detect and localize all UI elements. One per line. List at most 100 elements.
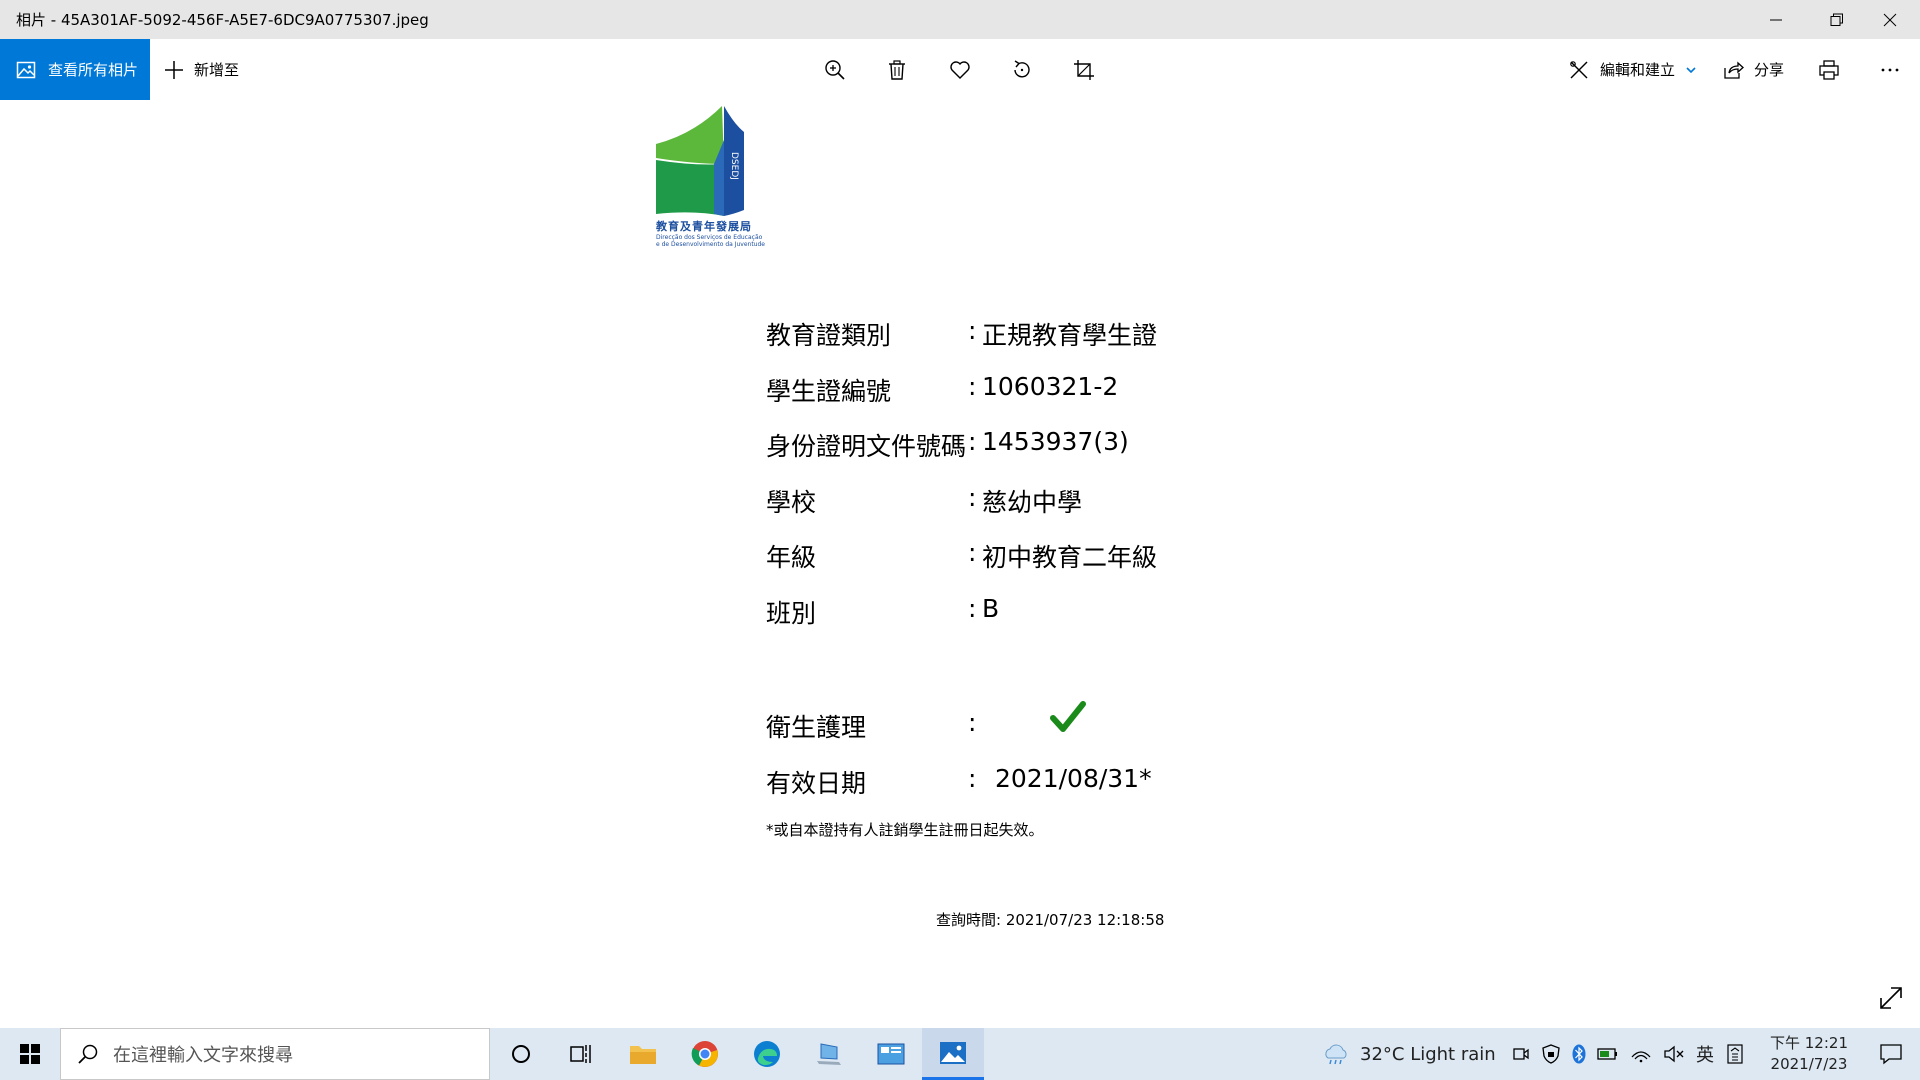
minimize-button[interactable]: [1745, 0, 1806, 39]
delete-button[interactable]: [882, 55, 912, 85]
folder-icon: [630, 1046, 656, 1064]
zoom-button[interactable]: [820, 55, 850, 85]
clock-date: 2021/7/23: [1770, 1055, 1848, 1073]
view-all-photos-label: 查看所有相片: [48, 61, 139, 79]
checkmark-icon: [1050, 701, 1086, 732]
system-tray: 英: [1512, 1028, 1745, 1080]
field-value: 慈幼中學: [982, 488, 1083, 517]
footnote: *或自本證持有人註銷學生註冊日起失效。: [766, 821, 1044, 839]
add-to-button[interactable]: 新增至: [164, 39, 239, 100]
notification-icon: [1880, 1044, 1902, 1065]
view-all-photos-button[interactable]: 查看所有相片: [0, 39, 150, 100]
expand-icon[interactable]: [1878, 985, 1904, 1011]
edge-button[interactable]: [736, 1028, 798, 1080]
rain-cloud-icon: [1325, 1044, 1347, 1065]
add-to-label: 新增至: [194, 61, 240, 79]
rotate-button[interactable]: [1007, 55, 1037, 85]
edit-create-label: 編輯和建立: [1600, 61, 1676, 79]
ime-mode-icon[interactable]: [1725, 1044, 1745, 1064]
window-title: 相片 - 45A301AF-5092-456F-A5E7-6DC9A077530…: [16, 11, 429, 29]
volume-muted-icon[interactable]: [1663, 1045, 1685, 1063]
trash-icon: [889, 60, 905, 80]
photo-viewer: DSEDJ 教育及青年發展局 Direcção dos Serviços de …: [0, 100, 1920, 1028]
share-label: 分享: [1754, 61, 1785, 79]
wifi-icon[interactable]: [1630, 1045, 1652, 1063]
weather-text: 32°C Light rain: [1360, 1043, 1496, 1065]
field-value: B: [982, 594, 1000, 623]
field-label: 學校: [766, 488, 817, 517]
more-icon: [1881, 68, 1899, 72]
field-colon: :: [968, 708, 977, 737]
taskbar-search[interactable]: 在這裡輸入文字來搜尋: [60, 1028, 490, 1080]
chrome-icon: [691, 1041, 718, 1067]
field-value: 正規教育學生證: [982, 321, 1158, 350]
security-shield-icon[interactable]: [1541, 1044, 1561, 1064]
field-colon: :: [968, 594, 977, 623]
print-button[interactable]: [1814, 55, 1844, 85]
control-panel-button[interactable]: [860, 1028, 922, 1080]
app-toolbar: 查看所有相片 新增至 編輯和建立 分享: [0, 39, 1920, 100]
field-value: 1060321-2: [982, 372, 1119, 401]
search-icon: [78, 1044, 98, 1064]
task-view-button[interactable]: [550, 1028, 612, 1080]
clock[interactable]: 下午 12:21 2021/7/23: [1754, 1033, 1864, 1075]
notification-center-button[interactable]: [1866, 1028, 1916, 1080]
logo-letters: DSEDJ: [729, 152, 739, 180]
logo-subtitle-line1: Direcção dos Serviços de Educação: [656, 234, 763, 241]
field-label: 有效日期: [766, 769, 867, 798]
field-value: 2021/08/31*: [995, 764, 1152, 793]
field-label: 衛生護理: [766, 713, 867, 742]
close-button[interactable]: [1859, 0, 1920, 39]
share-button[interactable]: 分享: [1722, 39, 1784, 100]
field-colon: :: [968, 538, 977, 567]
photos-icon: [16, 61, 36, 78]
field-colon: :: [968, 483, 977, 512]
bluetooth-icon[interactable]: [1572, 1044, 1586, 1064]
field-label: 班別: [766, 599, 817, 628]
windows-icon: [20, 1044, 40, 1064]
weather-widget[interactable]: 32°C Light rain: [1322, 1028, 1496, 1080]
crop-button[interactable]: [1069, 55, 1099, 85]
taskbar: 在這裡輸入文字來搜尋 32°C Light rain 英 下午 12:21 20…: [0, 1028, 1920, 1080]
photos-app-button[interactable]: [922, 1028, 984, 1080]
edit-create-button[interactable]: 編輯和建立: [1568, 39, 1697, 100]
title-bar: 相片 - 45A301AF-5092-456F-A5E7-6DC9A077530…: [0, 0, 1920, 39]
edge-icon: [754, 1041, 780, 1067]
laptop-icon: [817, 1043, 841, 1065]
rotate-icon: [1014, 60, 1030, 78]
plus-icon: [165, 60, 183, 79]
minimize-icon: [1769, 19, 1782, 20]
zoom-in-icon: [825, 60, 845, 80]
cortana-button[interactable]: [490, 1028, 552, 1080]
battery-icon[interactable]: [1597, 1045, 1619, 1063]
field-colon: :: [968, 316, 977, 345]
control-panel-icon: [877, 1043, 905, 1065]
field-label: 學生證編號: [766, 377, 892, 406]
more-options-button[interactable]: [1875, 55, 1905, 85]
restore-button[interactable]: [1806, 0, 1867, 39]
task-view-icon: [570, 1045, 591, 1063]
restore-icon: [1830, 13, 1843, 26]
field-colon: :: [968, 427, 977, 456]
edit-create-icon: [1570, 60, 1588, 78]
system-app-button[interactable]: [798, 1028, 860, 1080]
printer-icon: [1819, 60, 1839, 80]
ime-indicator[interactable]: 英: [1696, 1041, 1714, 1067]
favorite-button[interactable]: [945, 55, 975, 85]
search-placeholder: 在這裡輸入文字來搜尋: [113, 1045, 293, 1066]
chrome-button[interactable]: [674, 1028, 736, 1080]
file-explorer-button[interactable]: [612, 1028, 674, 1080]
field-label: 年級: [766, 543, 817, 572]
photos-app-icon: [940, 1041, 966, 1064]
meet-now-icon[interactable]: [1512, 1045, 1530, 1063]
field-label: 身份證明文件號碼: [766, 432, 967, 461]
field-colon: :: [968, 764, 977, 793]
start-button[interactable]: [0, 1028, 60, 1080]
field-value: 初中教育二年級: [982, 543, 1158, 572]
crop-icon: [1074, 60, 1094, 80]
share-icon: [1724, 61, 1744, 79]
heart-icon: [950, 61, 970, 79]
query-time: 查詢時間: 2021/07/23 12:18:58: [936, 911, 1165, 929]
chevron-down-icon: [1686, 66, 1696, 73]
logo-name: 教育及青年發展局: [656, 220, 752, 233]
